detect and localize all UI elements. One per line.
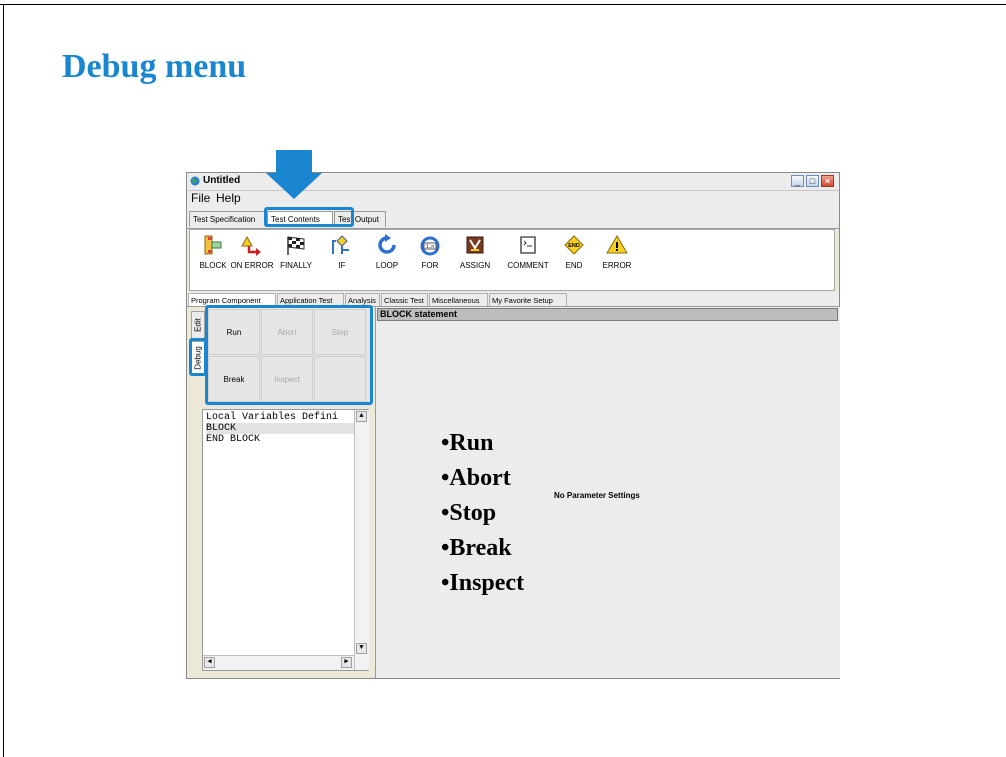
- tool-if-label: IF: [338, 261, 346, 270]
- side-tab-edit-label: Edit: [193, 318, 203, 332]
- menu-help[interactable]: Help: [216, 191, 241, 206]
- tool-error-label: ERROR: [602, 261, 632, 270]
- tool-loop[interactable]: LOOP: [365, 234, 409, 270]
- tool-error[interactable]: ERROR: [595, 234, 639, 270]
- debug-buttons-highlight: [205, 305, 373, 405]
- bullet-inspect: •Inspect: [441, 570, 525, 596]
- close-button[interactable]: ×: [821, 175, 834, 187]
- tool-end[interactable]: END END: [552, 234, 596, 270]
- on-error-icon: [241, 235, 261, 256]
- tool-comment[interactable]: COMMENT: [506, 234, 550, 270]
- scroll-left-icon[interactable]: ◀: [204, 657, 215, 668]
- end-icon: END: [564, 235, 584, 255]
- code-line[interactable]: BLOCK: [206, 423, 356, 434]
- code-line[interactable]: Local Variables Defini: [206, 412, 338, 423]
- slide-border-left: [3, 4, 4, 757]
- bullet-run: •Run: [441, 430, 494, 456]
- statement-header: BLOCK statement: [377, 308, 838, 321]
- tool-finally[interactable]: FINALLY: [274, 234, 318, 270]
- tool-block-label: BLOCK: [199, 261, 227, 270]
- if-branch-icon: [332, 235, 349, 254]
- tool-for-label: FOR: [421, 261, 439, 270]
- tool-for[interactable]: 1..n FOR: [408, 234, 452, 270]
- scroll-up-icon[interactable]: ▲: [356, 411, 367, 422]
- slide-title: Debug menu: [62, 48, 247, 85]
- scroll-right-icon[interactable]: ▶: [341, 657, 352, 668]
- block-icon: [204, 235, 222, 255]
- comment-icon: [520, 236, 536, 254]
- assign-icon: [466, 236, 484, 254]
- no-parameter-settings-text: No Parameter Settings: [554, 491, 640, 500]
- minimize-button[interactable]: _: [791, 175, 804, 187]
- tool-block[interactable]: BLOCK: [191, 234, 235, 270]
- component-toolbar: BLOCK ON ERROR FINALLY IF LOOP 1..n FOR …: [189, 229, 835, 291]
- tool-assign[interactable]: ASSIGN: [453, 234, 497, 270]
- debug-tab-highlight: [189, 338, 207, 376]
- window-title: Untitled: [203, 175, 241, 186]
- tab-test-specification[interactable]: Test Specification: [189, 211, 266, 227]
- callout-arrow-body: [276, 150, 312, 174]
- tool-end-label: END: [565, 261, 583, 270]
- svg-text:END: END: [568, 243, 580, 249]
- side-tab-edit[interactable]: Edit: [191, 311, 205, 339]
- error-warning-icon: [606, 235, 628, 254]
- tool-finally-label: FINALLY: [280, 261, 312, 270]
- tool-on-error[interactable]: ON ERROR: [230, 234, 274, 270]
- bullet-abort: •Abort: [441, 465, 511, 491]
- tool-assign-label: ASSIGN: [459, 261, 491, 270]
- menu-file[interactable]: File: [191, 191, 210, 206]
- for-icon: 1..n: [420, 236, 440, 256]
- slide-border-top: [0, 4, 1006, 5]
- subtab-my-favorite-setup[interactable]: My Favorite Setup: [489, 293, 567, 306]
- scroll-down-icon[interactable]: ▼: [356, 643, 367, 654]
- svg-text:1..n: 1..n: [426, 244, 435, 250]
- tool-comment-label: COMMENT: [507, 261, 549, 270]
- code-line[interactable]: END BLOCK: [206, 434, 260, 445]
- maximize-button[interactable]: □: [806, 175, 819, 187]
- finally-flag-icon: [287, 236, 305, 255]
- test-contents-highlight: [264, 207, 354, 227]
- bullet-break: •Break: [441, 535, 512, 561]
- tool-on-error-label: ON ERROR: [230, 261, 274, 270]
- bullet-list: •Run •Abort •Stop •Break •Inspect: [441, 426, 524, 601]
- horizontal-scrollbar[interactable]: ◀ ▶: [203, 655, 354, 670]
- tool-if[interactable]: IF: [320, 234, 364, 270]
- subtab-classic-test[interactable]: Classic Test: [381, 293, 428, 306]
- app-globe-icon: [190, 176, 200, 186]
- tool-loop-label: LOOP: [375, 261, 399, 270]
- vertical-scrollbar[interactable]: ▲ ▼: [354, 410, 369, 670]
- code-tree-panel[interactable]: Local Variables Defini BLOCK END BLOCK ▲…: [202, 409, 369, 671]
- loop-icon: [378, 234, 396, 254]
- bullet-stop: •Stop: [441, 500, 497, 526]
- subtab-miscellaneous[interactable]: Miscellaneous: [429, 293, 488, 306]
- callout-arrow-down-icon: [266, 173, 322, 199]
